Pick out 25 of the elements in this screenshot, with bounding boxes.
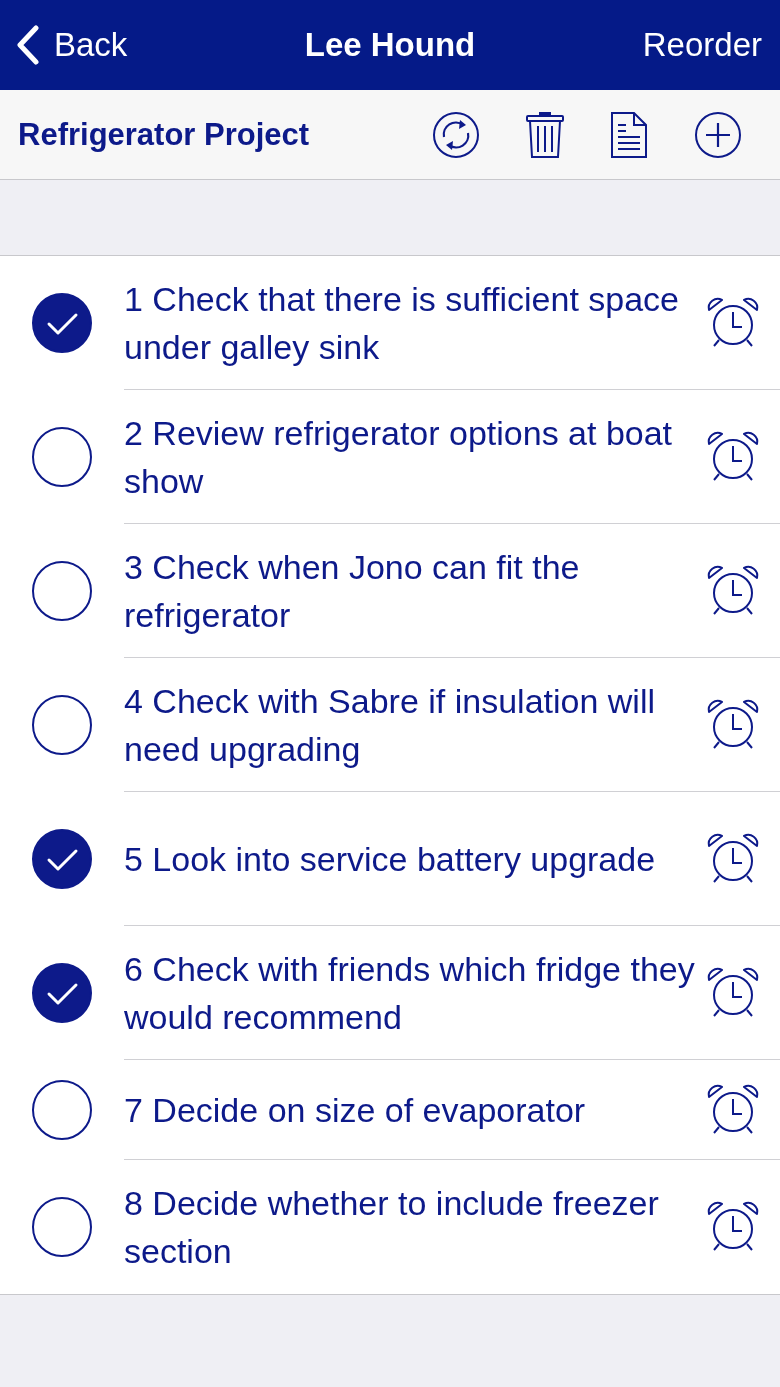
checkbox[interactable] <box>32 427 92 487</box>
checkbox[interactable] <box>32 1080 92 1140</box>
task-text: 7 Decide on size of evaporator <box>124 1089 587 1131</box>
checkbox[interactable] <box>32 561 92 621</box>
document-icon[interactable] <box>610 110 648 159</box>
add-icon[interactable] <box>694 110 742 159</box>
task-text: 2 Review refrigerator options at boat show <box>124 412 674 502</box>
trash-icon[interactable] <box>526 110 564 159</box>
project-title: Refrigerator Project <box>18 116 310 153</box>
task-text: 3 Check when Jono can fit the refrigerator <box>124 546 581 636</box>
checkbox[interactable] <box>32 1197 92 1257</box>
chevron-left-icon <box>16 25 40 65</box>
task-text: 8 Decide whether to include freezer section <box>124 1183 660 1272</box>
checkbox[interactable] <box>32 963 92 1023</box>
task-text: 1 Check that there is sufficient space under galley sink <box>124 278 680 368</box>
refresh-icon[interactable] <box>432 110 480 159</box>
back-button[interactable]: Back <box>16 25 128 65</box>
task-text: 4 Check with Sabre if insulation will need upgrading <box>124 680 657 770</box>
checkbox[interactable] <box>32 293 92 353</box>
checkbox[interactable] <box>32 829 92 889</box>
checkbox[interactable] <box>32 695 92 755</box>
task-text: 5 Look into service battery upgrade <box>124 838 657 880</box>
task-text: 6 Check with friends which fridge they would recommend <box>124 948 696 1038</box>
reorder-button[interactable]: Reorder <box>642 26 762 64</box>
screen-title: Lee Hound <box>304 26 476 64</box>
